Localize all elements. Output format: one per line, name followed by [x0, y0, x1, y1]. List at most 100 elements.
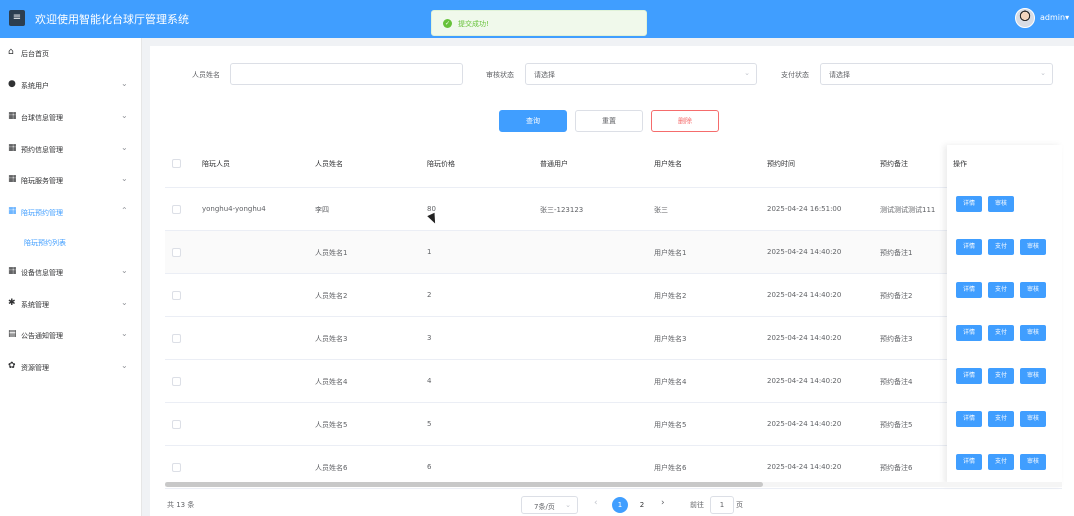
delete-button[interactable]: 删除: [651, 110, 719, 132]
review-button[interactable]: 审核: [1020, 411, 1046, 427]
detail-button[interactable]: 详情: [956, 325, 982, 341]
pay-button[interactable]: 支付: [988, 325, 1014, 341]
table-row: yonghu4-yonghu4 李四 80 张三-123123 张三 2025-…: [165, 188, 1062, 231]
sidebar-item-label: 公告通知管理: [21, 332, 63, 340]
time-cell: 2025-04-24 14:40:20: [767, 463, 842, 471]
menu-toggle-button[interactable]: ≡: [9, 10, 25, 26]
review-button[interactable]: 审核: [988, 196, 1014, 212]
user-menu[interactable]: admin▾: [1040, 13, 1069, 22]
detail-button[interactable]: 详情: [956, 239, 982, 255]
sidebar-item-label: 后台首页: [21, 50, 49, 58]
review-button[interactable]: 审核: [1020, 325, 1046, 341]
name-search-input[interactable]: [230, 63, 463, 85]
sidebar-item-system-management[interactable]: ✱ 系统管理 ⌄: [0, 295, 141, 313]
query-button[interactable]: 查询: [499, 110, 567, 132]
chevron-down-icon: ⌄: [121, 79, 128, 88]
note-cell: 预约备注2: [880, 292, 913, 300]
chevron-down-icon: ⌄: [1040, 69, 1046, 77]
sidebar-item-system-users[interactable]: ● 系统用户 ⌄: [0, 76, 141, 94]
table-row: 人员姓名4 4 用户姓名4 2025-04-24 14:40:20 预约备注4: [165, 360, 1062, 403]
page-size-select[interactable]: 7条/页 ⌄: [521, 496, 578, 514]
pay-button[interactable]: 支付: [988, 282, 1014, 298]
sidebar-item-announcements[interactable]: ▤ 公告通知管理 ⌄: [0, 326, 141, 344]
prev-page-icon[interactable]: ‹: [594, 498, 598, 508]
name-cell: 李四: [315, 206, 329, 214]
detail-button[interactable]: 详情: [956, 196, 982, 212]
page-number-1[interactable]: 1: [612, 497, 628, 513]
pay-button[interactable]: 支付: [988, 239, 1014, 255]
chevron-down-icon: ⌄: [121, 174, 128, 183]
next-page-icon[interactable]: ›: [661, 498, 665, 508]
note-cell: 预约备注5: [880, 421, 913, 429]
name-cell: 人员姓名6: [315, 464, 348, 472]
detail-button[interactable]: 详情: [956, 368, 982, 384]
time-cell: 2025-04-24 14:40:20: [767, 334, 842, 342]
gear-icon: ✱: [8, 298, 16, 308]
pay-status-select[interactable]: 请选择 ⌄: [820, 63, 1053, 85]
name-field-label: 人员姓名: [192, 71, 220, 79]
horizontal-scrollbar[interactable]: [165, 482, 1062, 487]
scrollbar-thumb[interactable]: [165, 482, 763, 487]
sidebar-item-label: 资源管理: [21, 364, 49, 372]
chevron-up-icon: ⌃: [121, 206, 128, 215]
pay-button[interactable]: 支付: [988, 454, 1014, 470]
review-button[interactable]: 审核: [1020, 282, 1046, 298]
sidebar-item-companion-service[interactable]: ▦ 陪玩服务管理 ⌄: [0, 171, 141, 189]
column-header: 预约备注: [880, 160, 908, 168]
row-checkbox[interactable]: [172, 248, 181, 257]
pay-button[interactable]: 支付: [988, 368, 1014, 384]
select-placeholder: 请选择: [534, 71, 555, 79]
row-checkbox[interactable]: [172, 463, 181, 472]
chevron-down-icon: ⌄: [565, 501, 571, 509]
sidebar-item-home[interactable]: ⌂ 后台首页: [0, 44, 141, 62]
column-header: 操作: [953, 160, 967, 168]
operations-column: 操作 详情 审核 详情 支付 审核 详情 支付 审核 详情 支付 审核 详情 支…: [947, 145, 1062, 485]
chevron-down-icon: ⌄: [121, 266, 128, 275]
review-button[interactable]: 审核: [1020, 368, 1046, 384]
note-cell: 测试测试测试111: [880, 206, 936, 214]
detail-button[interactable]: 详情: [956, 411, 982, 427]
sidebar-subitem-booking-list[interactable]: 陪玩预约列表: [0, 233, 141, 251]
detail-button[interactable]: 详情: [956, 454, 982, 470]
time-cell: 2025-04-24 14:40:20: [767, 420, 842, 428]
user-cell: 张三-123123: [540, 206, 584, 214]
name-cell: 人员姓名5: [315, 421, 348, 429]
select-all-checkbox[interactable]: [172, 159, 181, 168]
check-circle-icon: ✓: [443, 19, 452, 28]
user-avatar[interactable]: [1015, 8, 1035, 28]
document-icon: ▤: [8, 329, 17, 339]
note-cell: 预约备注6: [880, 464, 913, 472]
price-cell: 1: [427, 248, 432, 256]
grid-icon: ▦: [8, 174, 17, 184]
page-number-2[interactable]: 2: [634, 497, 650, 513]
review-button[interactable]: 审核: [1020, 454, 1046, 470]
detail-button[interactable]: 详情: [956, 282, 982, 298]
row-checkbox[interactable]: [172, 377, 181, 386]
column-header: 预约时间: [767, 160, 795, 168]
user-name-cell: 用户姓名6: [654, 464, 687, 472]
sidebar-item-device-info[interactable]: ▦ 设备信息管理 ⌄: [0, 263, 141, 281]
price-cell: 5: [427, 420, 432, 428]
reset-button[interactable]: 重置: [575, 110, 643, 132]
row-checkbox[interactable]: [172, 291, 181, 300]
sidebar-item-label: 系统用户: [21, 82, 49, 90]
sidebar-item-booking-info[interactable]: ▦ 预约信息管理 ⌄: [0, 140, 141, 158]
goto-page-input[interactable]: 1: [710, 496, 734, 514]
sidebar-item-companion-booking[interactable]: ▦ 陪玩预约管理 ⌃: [0, 203, 141, 221]
home-icon: ⌂: [8, 47, 14, 57]
name-cell: 人员姓名4: [315, 378, 348, 386]
review-status-select[interactable]: 请选择 ⌄: [525, 63, 757, 85]
time-cell: 2025-04-24 14:40:20: [767, 248, 842, 256]
pay-button[interactable]: 支付: [988, 411, 1014, 427]
row-checkbox[interactable]: [172, 205, 181, 214]
sidebar-item-label: 预约信息管理: [21, 146, 63, 154]
row-checkbox[interactable]: [172, 420, 181, 429]
sidebar-item-resources[interactable]: ✿ 资源管理 ⌄: [0, 358, 141, 376]
goto-prefix: 前往: [690, 501, 704, 509]
pagination-total: 共 13 条: [167, 501, 195, 509]
review-button[interactable]: 审核: [1020, 239, 1046, 255]
sidebar-item-table-info[interactable]: ▦ 台球信息管理 ⌄: [0, 108, 141, 126]
row-checkbox[interactable]: [172, 334, 181, 343]
chevron-down-icon: ⌄: [121, 361, 128, 370]
grid-icon: ▦: [8, 206, 17, 216]
